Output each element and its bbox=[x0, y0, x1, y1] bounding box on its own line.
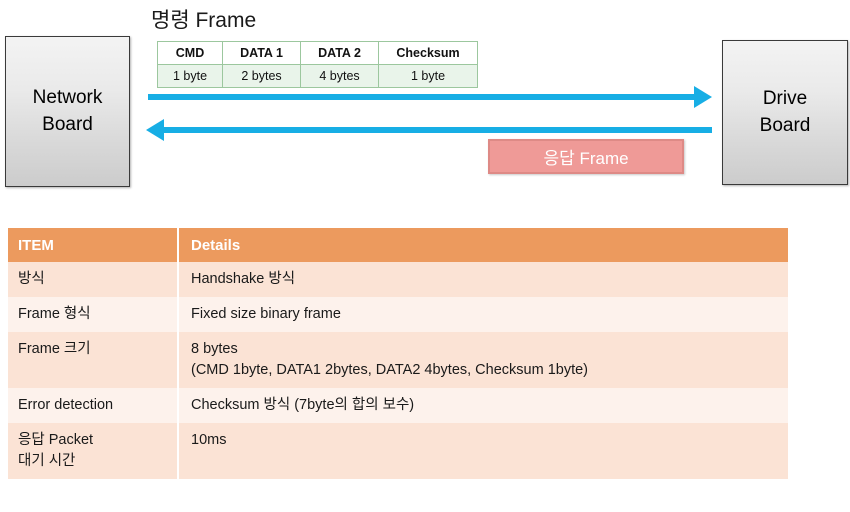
frame-field-cmd: CMD bbox=[157, 41, 223, 65]
network-board-label-line1: Network bbox=[32, 86, 103, 108]
cell-details-error-detection-line1: Checksum 방식 (7byte의 합의 보수) bbox=[191, 397, 415, 414]
cell-details-error-detection: Checksum 방식 (7byte의 합의 보수) bbox=[177, 388, 788, 424]
cell-item-frame-size: Frame 크기 bbox=[8, 332, 178, 389]
column-header-item: ITEM bbox=[8, 228, 178, 262]
frame-field-row: CMD DATA 1 DATA 2 Checksum bbox=[157, 41, 478, 65]
arrow-right-icon bbox=[694, 86, 712, 108]
cell-details-method: Handshake 방식 bbox=[177, 262, 788, 298]
table-row: 방식 Handshake 방식 bbox=[8, 262, 788, 298]
cell-item-response-wait: 응답 Packet 대기 시간 bbox=[8, 423, 178, 480]
cell-details-frame-format-line1: Fixed size binary frame bbox=[191, 306, 341, 323]
command-frame-table: CMD DATA 1 DATA 2 Checksum 1 byte 2 byte… bbox=[157, 41, 478, 88]
frame-size-cmd: 1 byte bbox=[157, 64, 223, 88]
table-row: Frame 형식 Fixed size binary frame bbox=[8, 297, 788, 333]
cell-item-response-wait-line1: 응답 Packet bbox=[18, 432, 94, 449]
cell-details-frame-size-line1: 8 bytes bbox=[191, 341, 238, 358]
table-row: 응답 Packet 대기 시간 10ms bbox=[8, 423, 788, 480]
network-board-label: Network Board bbox=[33, 85, 103, 139]
table-row: Frame 크기 8 bytes (CMD 1byte, DATA1 2byte… bbox=[8, 332, 788, 389]
network-board-box: Network Board bbox=[5, 36, 130, 187]
cell-details-response-wait-line1: 10ms bbox=[191, 432, 227, 449]
frame-size-data1: 2 bytes bbox=[222, 64, 301, 88]
cell-item-frame-format: Frame 형식 bbox=[8, 297, 178, 333]
table-row: Error detection Checksum 방식 (7byte의 합의 보… bbox=[8, 388, 788, 424]
cell-item-response-wait-line2: 대기 시간 bbox=[18, 453, 76, 470]
drive-board-label-line2: Board bbox=[759, 114, 811, 136]
frame-field-data1: DATA 1 bbox=[222, 41, 301, 65]
network-board-label-line2: Board bbox=[42, 113, 93, 135]
frame-size-checksum: 1 byte bbox=[378, 64, 478, 88]
protocol-detail-table: ITEM Details 방식 Handshake 방식 Frame 형식 Fi… bbox=[8, 228, 788, 480]
cell-details-frame-format: Fixed size binary frame bbox=[177, 297, 788, 333]
frame-size-row: 1 byte 2 bytes 4 bytes 1 byte bbox=[157, 64, 478, 88]
cell-item-error-detection: Error detection bbox=[8, 388, 178, 424]
cell-details-response-wait: 10ms bbox=[177, 423, 788, 480]
command-arrow-line bbox=[148, 94, 704, 100]
table-header-row: ITEM Details bbox=[8, 228, 788, 262]
cell-details-frame-size-line2: (CMD 1byte, DATA1 2bytes, DATA2 4bytes, … bbox=[191, 362, 589, 379]
drive-board-label-line1: Drive bbox=[762, 87, 808, 109]
drive-board-label: Drive Board bbox=[760, 86, 811, 140]
response-frame-badge: 응답 Frame bbox=[488, 139, 684, 174]
frame-field-data2: DATA 2 bbox=[300, 41, 379, 65]
response-arrow-line bbox=[164, 127, 712, 133]
cell-item-method: 방식 bbox=[8, 262, 178, 298]
drive-board-box: Drive Board bbox=[722, 40, 848, 185]
column-header-details: Details bbox=[177, 228, 788, 262]
cell-details-method-line1: Handshake 방식 bbox=[191, 271, 296, 287]
response-frame-badge-label: 응답 Frame bbox=[543, 149, 629, 168]
frame-size-data2: 4 bytes bbox=[300, 64, 379, 88]
protocol-diagram: Network Board Drive Board 명령 Frame CMD D… bbox=[0, 0, 850, 205]
frame-field-checksum: Checksum bbox=[378, 41, 478, 65]
arrow-left-icon bbox=[146, 119, 164, 141]
cell-details-frame-size: 8 bytes (CMD 1byte, DATA1 2bytes, DATA2 … bbox=[177, 332, 788, 389]
command-frame-title: 명령 Frame bbox=[151, 9, 257, 32]
